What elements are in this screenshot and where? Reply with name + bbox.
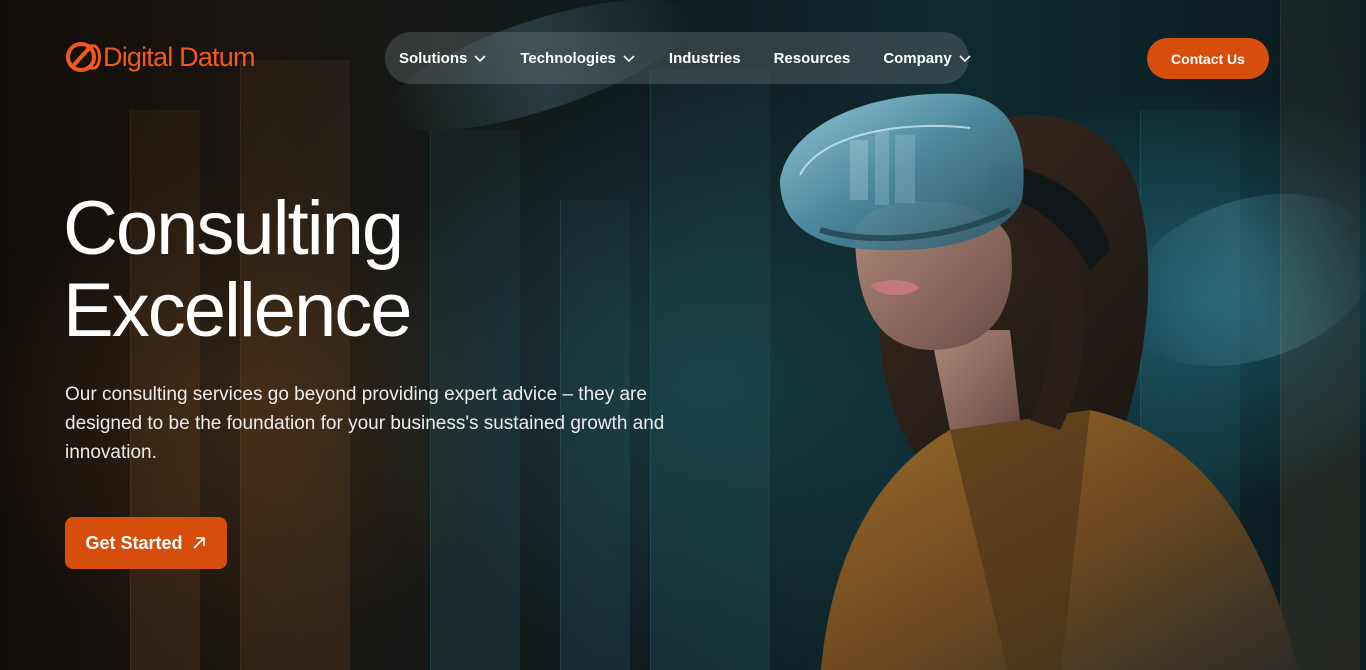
nav-item-label: Technologies xyxy=(520,49,616,67)
nav-item-resources[interactable]: Resources xyxy=(774,50,851,67)
logo-icon xyxy=(66,42,101,72)
nav-item-label: Solutions xyxy=(399,49,468,67)
chevron-down-icon xyxy=(474,55,486,63)
hero-section: Digital Datum Solutions Technologies Ind… xyxy=(0,0,1366,670)
get-started-button[interactable]: Get Started xyxy=(65,517,227,569)
nav-item-label: Industries xyxy=(668,49,741,67)
hero-title-line-1: Consulting xyxy=(63,186,404,271)
hero-title-line-2: Excellence xyxy=(63,268,413,353)
arrow-up-right-icon xyxy=(192,537,205,549)
nav-item-industries[interactable]: Industries xyxy=(669,50,741,67)
chevron-down-icon xyxy=(959,55,971,63)
get-started-label: Get Started xyxy=(85,532,183,553)
nav-item-solutions[interactable]: Solutions xyxy=(399,50,487,67)
contact-us-button[interactable]: Contact Us xyxy=(1147,38,1269,79)
brand-logo[interactable]: Digital Datum xyxy=(65,40,255,74)
hero-title: Consulting Excellence xyxy=(63,186,413,353)
brand-name: Digital Datum xyxy=(103,41,255,72)
hero-description: Our consulting services go beyond provid… xyxy=(65,384,665,463)
background-building xyxy=(650,70,770,670)
nav-item-company[interactable]: Company xyxy=(883,50,971,67)
chevron-down-icon xyxy=(623,55,635,63)
background-building xyxy=(240,60,350,670)
nav-item-label: Resources xyxy=(773,49,851,67)
main-nav: Solutions Technologies Industries Resour… xyxy=(385,32,971,84)
nav-item-technologies[interactable]: Technologies xyxy=(520,50,636,67)
vr-woman-image xyxy=(780,93,1298,670)
nav-item-label: Company xyxy=(883,49,952,67)
